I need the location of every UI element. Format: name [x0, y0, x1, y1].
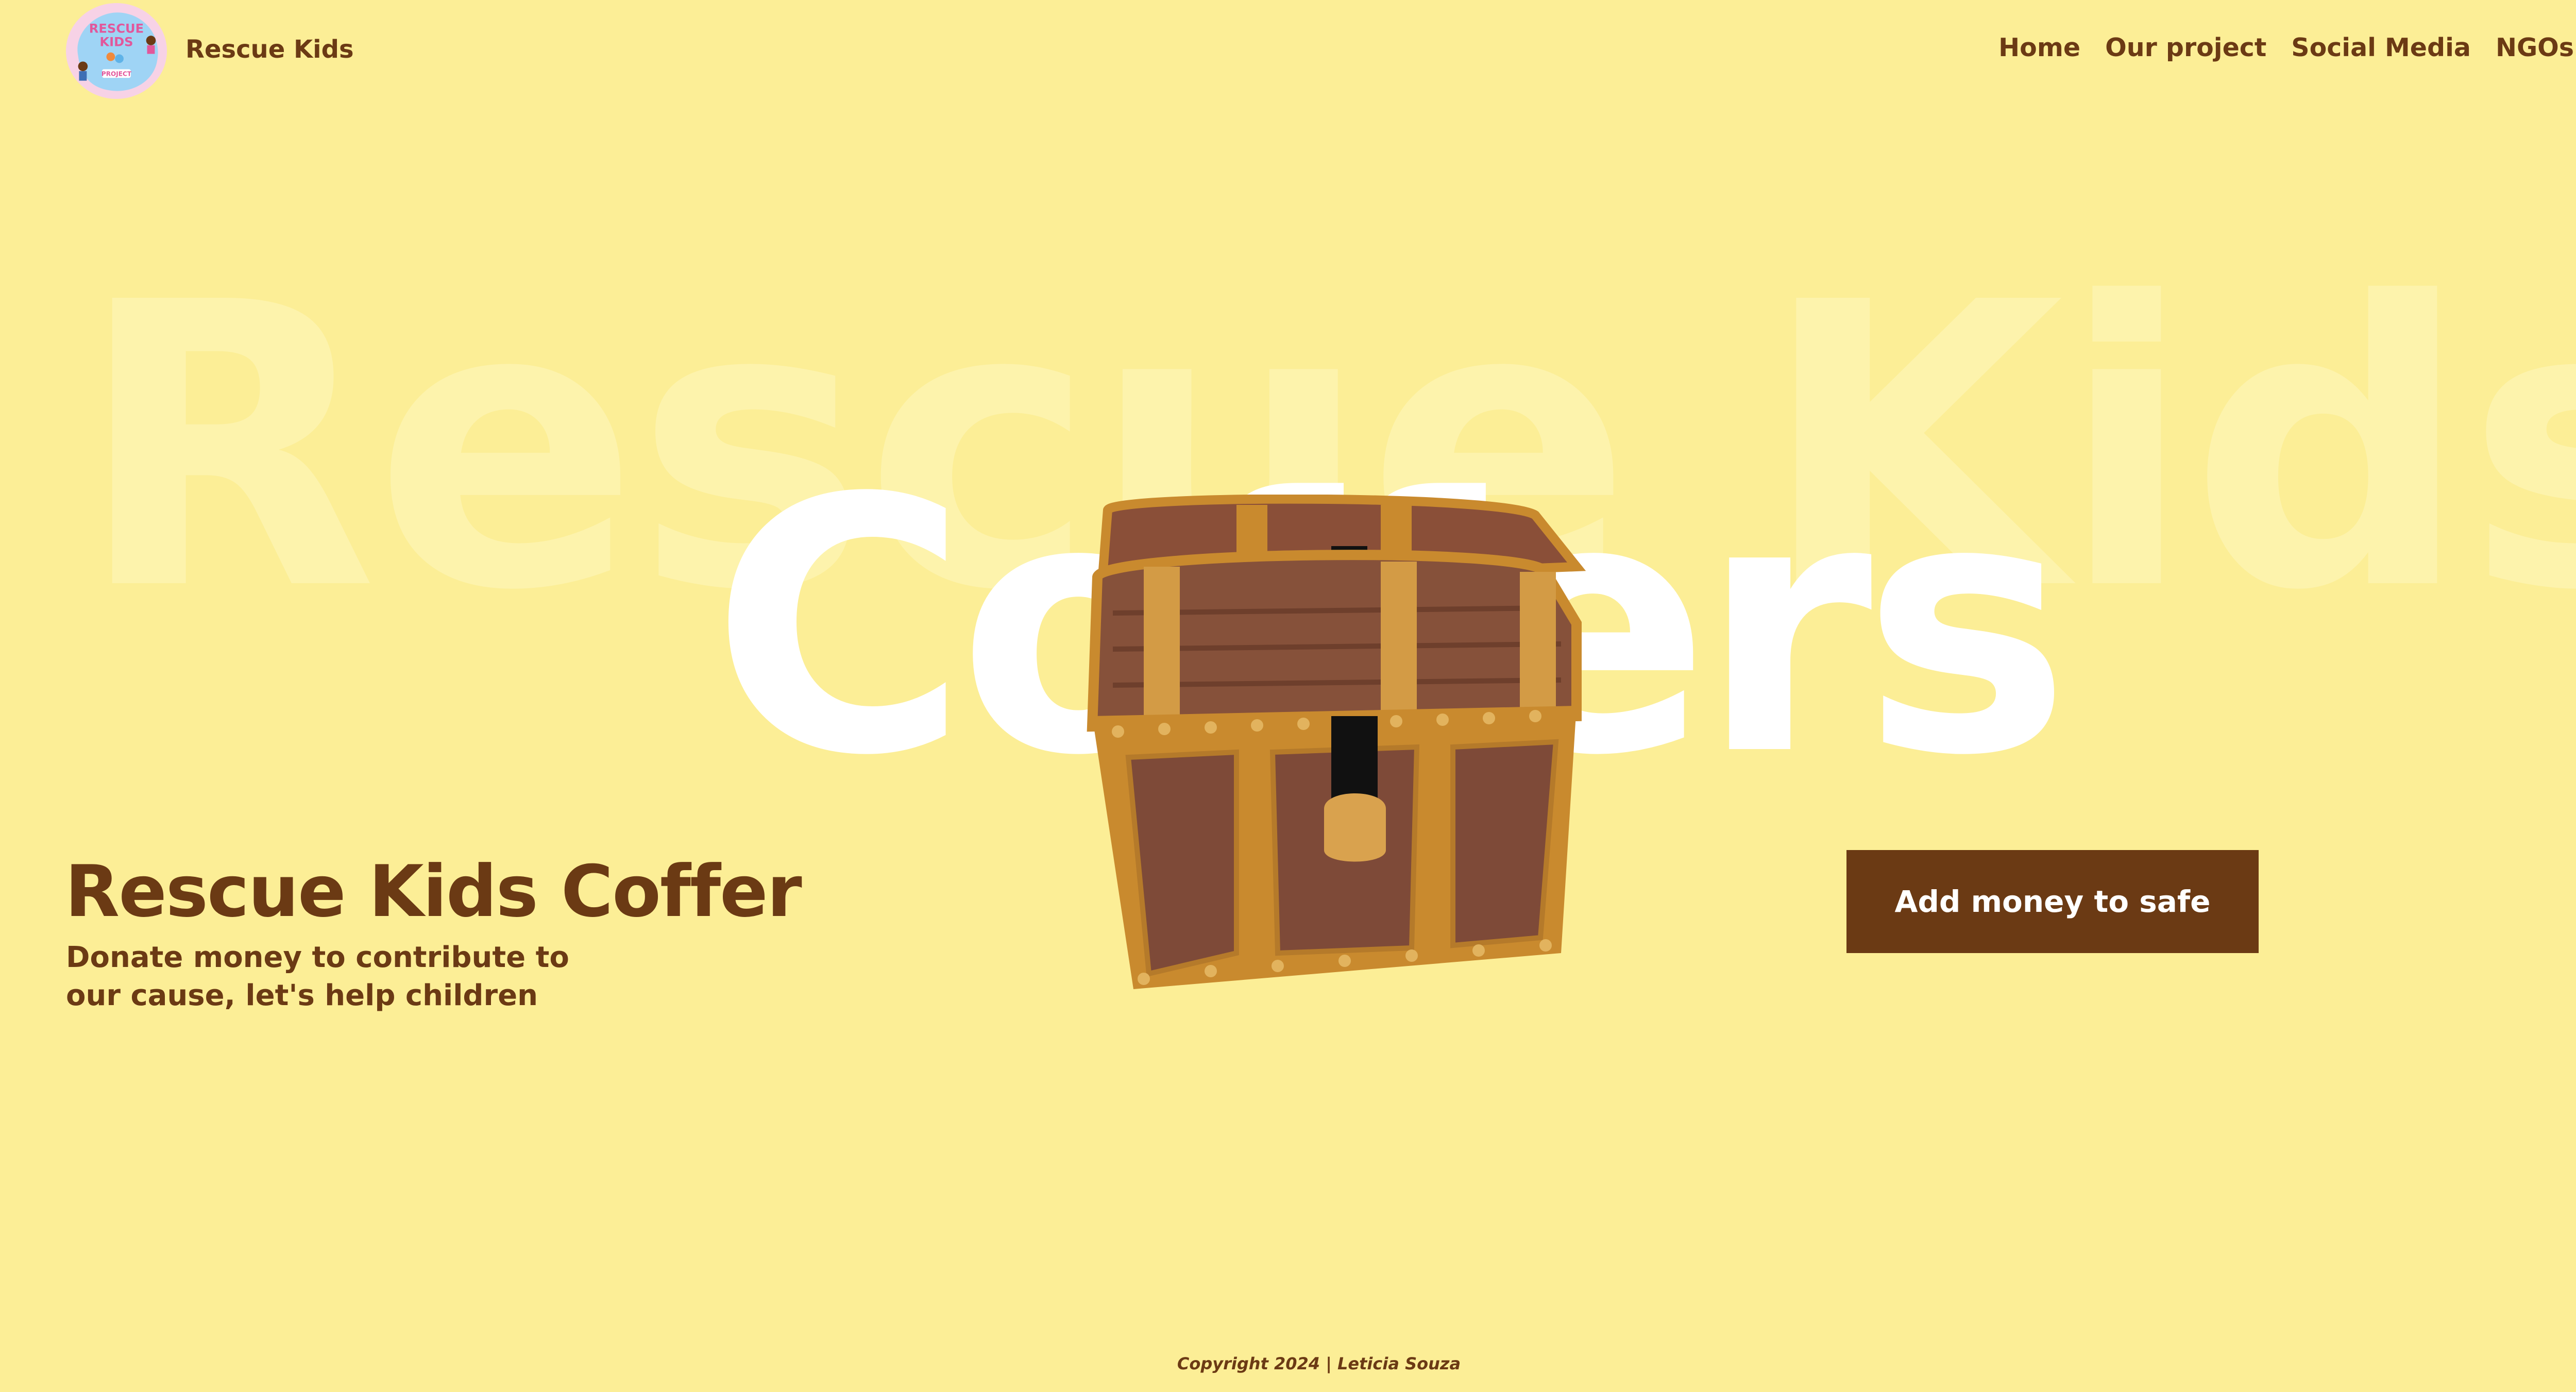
nav-home[interactable]: Home: [1998, 33, 2080, 62]
logo[interactable]: RESCUE KIDS PROJECT: [66, 3, 167, 99]
svg-text:PROJECT: PROJECT: [101, 70, 132, 77]
svg-text:KIDS: KIDS: [99, 35, 133, 49]
treasure-chest-icon: [1087, 495, 1586, 989]
hero-subtitle: Donate money to contribute to our cause,…: [66, 941, 569, 1012]
main-nav: Home Our project Social Media NGOs: [1998, 33, 2574, 62]
logo-image: RESCUE KIDS PROJECT: [69, 3, 164, 99]
footer-copyright: Copyright 2024 | Leticia Souza: [1177, 1354, 1461, 1373]
page: RESCUE KIDS PROJECT Rescue Kids Home Our…: [0, 0, 2576, 1392]
nav-our-project[interactable]: Our project: [2105, 33, 2266, 62]
nav-social-media[interactable]: Social Media: [2291, 33, 2471, 62]
hero-heading: Rescue Kids Coffer: [65, 850, 802, 933]
add-money-button[interactable]: Add money to safe: [1846, 850, 2259, 953]
nav-ngos[interactable]: NGOs: [2496, 33, 2574, 62]
treasure-chest-image: [1082, 495, 1618, 1030]
brand-name[interactable]: Rescue Kids: [185, 35, 354, 64]
svg-text:RESCUE: RESCUE: [89, 22, 144, 36]
